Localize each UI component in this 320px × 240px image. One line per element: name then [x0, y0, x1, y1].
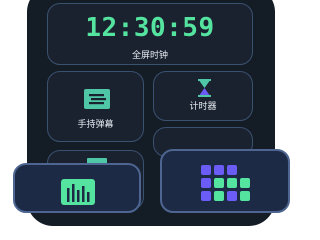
- clock-time: 12:30:59: [85, 13, 215, 43]
- app-grid-icon: [201, 165, 251, 213]
- fullscreen-clock-tile[interactable]: 12:30:59 全屏时钟: [47, 3, 253, 65]
- timer-tile[interactable]: 计时器: [153, 71, 253, 121]
- message-board-icon: [84, 89, 110, 109]
- sound-meter-card[interactable]: [13, 163, 141, 213]
- clock-tile-label: 全屏时钟: [131, 51, 168, 61]
- app-grid-card[interactable]: [160, 149, 290, 213]
- timer-label: 计时器: [189, 102, 217, 112]
- sound-bars-icon: [61, 179, 95, 205]
- handheld-danmu-label: 手持弹幕: [77, 120, 114, 130]
- hourglass-icon: [198, 79, 211, 97]
- handheld-danmu-tile[interactable]: 手持弹幕: [47, 71, 144, 142]
